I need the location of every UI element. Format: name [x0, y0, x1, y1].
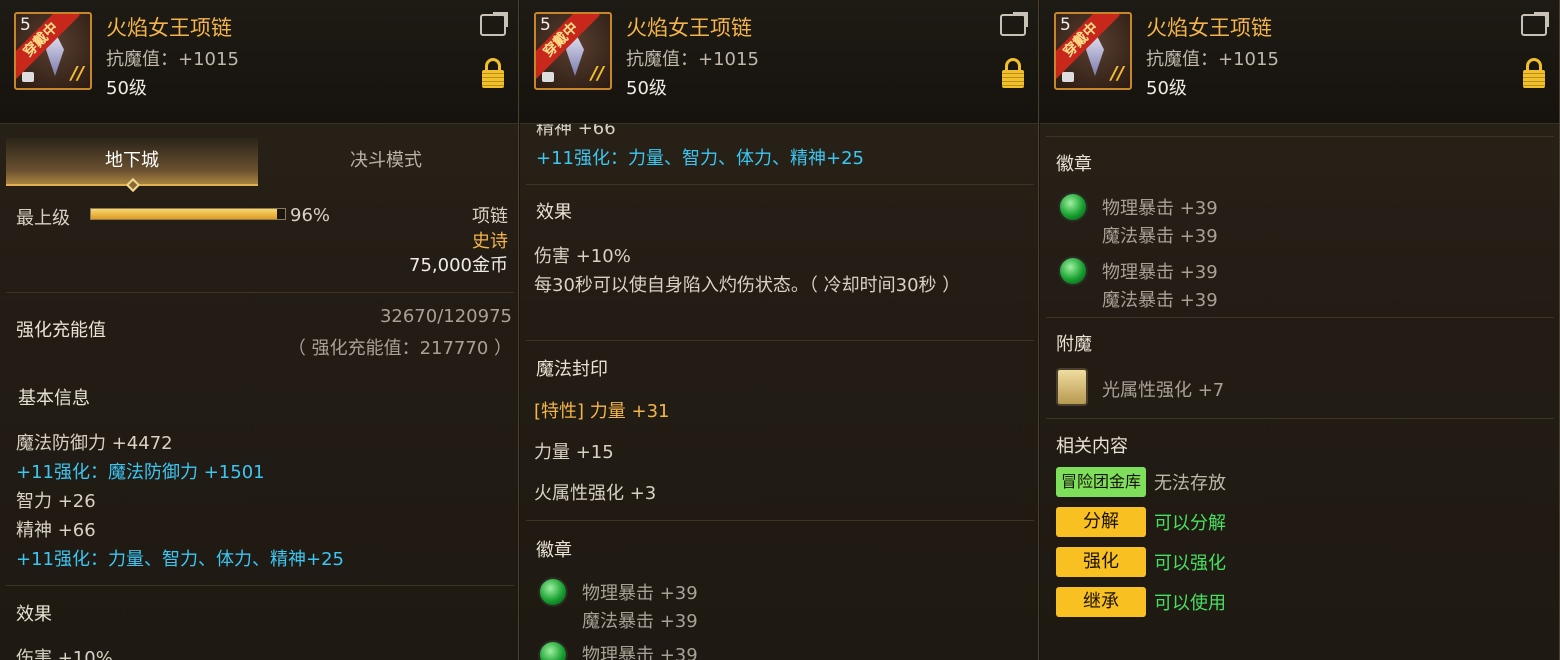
share-icon[interactable]	[480, 12, 508, 36]
grade-percent: 96%	[290, 205, 331, 226]
mode-tabs: 地下城 决斗模式	[6, 138, 514, 193]
divider	[526, 184, 1034, 185]
lock-icon[interactable]	[1002, 58, 1024, 88]
item-level: 50级	[106, 78, 147, 99]
stat-line: 智力 +26	[16, 491, 96, 512]
item-name: 火焰女王项链	[106, 16, 232, 40]
divider	[1046, 136, 1554, 137]
enchant-title: 附魔	[1056, 334, 1092, 355]
emblem-title: 徽章	[1056, 154, 1092, 175]
emblem-orb-icon	[1058, 256, 1088, 286]
tooltip-panel-1: 5 穿戴中 // 火焰女王项链 抗魔值：+1015 50级 地下城 决斗模式 最…	[0, 0, 519, 660]
seal-line: 力量 +15	[534, 442, 614, 463]
small-lock-icon	[22, 72, 34, 82]
related-badge[interactable]: 强化	[1056, 547, 1146, 577]
item-name: 火焰女王项链	[1146, 16, 1272, 40]
related-badge[interactable]: 继承	[1056, 587, 1146, 617]
emblem-stat: 物理暴击 +39	[1102, 262, 1218, 283]
charge-sub: （ 强化充能值：217770 ）	[287, 338, 512, 359]
divider	[6, 292, 514, 293]
emblem-stat: 物理暴击 +39	[1102, 198, 1218, 219]
item-resist: 抗魔值：+1015	[1146, 49, 1279, 70]
emblem-stat: 魔法暴击 +39	[1102, 290, 1218, 311]
emblem-orb-icon	[1058, 192, 1088, 222]
enchant-value: 光属性强化 +7	[1102, 380, 1225, 401]
small-lock-icon	[1062, 72, 1074, 82]
divider	[1046, 317, 1554, 318]
divider	[526, 520, 1034, 521]
rarity: 史诗	[472, 231, 508, 252]
charge-label: 强化充能值	[16, 320, 106, 341]
effect-line: 每30秒可以使自身陷入灼伤状态。（ 冷却时间30秒 ）	[534, 275, 961, 296]
effect-title: 效果	[536, 202, 572, 223]
tooltip-panel-3: 5 穿戴中 // 火焰女王项链 抗魔值：+1015 50级 徽章 物理暴击 +3…	[1040, 0, 1560, 660]
basic-title: 基本信息	[18, 388, 90, 409]
share-icon[interactable]	[1000, 12, 1028, 36]
item-header: 5 穿戴中 // 火焰女王项链 抗魔值：+1015 50级	[1040, 0, 1559, 124]
related-badge[interactable]: 分解	[1056, 507, 1146, 537]
divider	[6, 585, 514, 586]
item-name: 火焰女王项链	[626, 16, 752, 40]
related-text: 可以分解	[1154, 513, 1226, 534]
item-resist: 抗魔值：+1015	[626, 49, 759, 70]
necklace-icon[interactable]: 5 穿戴中 //	[1054, 12, 1132, 90]
emblem-orb-icon	[538, 577, 568, 607]
related-text: 可以强化	[1154, 553, 1226, 574]
enchant-card-icon	[1056, 368, 1088, 406]
emblem-stat: 物理暴击 +39	[582, 583, 698, 604]
icon-mark: //	[590, 63, 604, 84]
stat-line: +11强化：魔法防御力 +1501	[16, 462, 265, 483]
stat-line: 精神 +66	[16, 520, 96, 541]
icon-level: 5	[1060, 15, 1071, 35]
necklace-icon[interactable]: 5 穿戴中 //	[14, 12, 92, 90]
stat-line: +11强化：力量、智力、体力、精神+25	[16, 549, 344, 570]
item-level: 50级	[626, 78, 667, 99]
share-icon[interactable]	[1521, 12, 1549, 36]
grade-label: 最上级	[16, 208, 70, 229]
icon-mark: //	[70, 63, 84, 84]
emblem-orb-icon	[538, 640, 568, 660]
related-title: 相关内容	[1056, 436, 1128, 457]
related-text: 可以使用	[1154, 593, 1226, 614]
item-resist: 抗魔值：+1015	[106, 49, 239, 70]
grade-bar	[90, 208, 286, 220]
slot-type: 项链	[472, 206, 508, 227]
grade-bar-fill	[91, 209, 278, 219]
related-text: 无法存放	[1154, 473, 1226, 494]
small-lock-icon	[542, 72, 554, 82]
item-level: 50级	[1146, 78, 1187, 99]
emblem-stat-partial: 物理暴击 +39	[582, 645, 698, 660]
stat-line: +11强化：力量、智力、体力、精神+25	[536, 148, 864, 169]
icon-mark: //	[1110, 63, 1124, 84]
tooltip-panel-2: 精神 +66 5 穿戴中 // 火焰女王项链 抗魔值：+1015 50级 +11…	[520, 0, 1039, 660]
item-header: 5 穿戴中 // 火焰女王项链 抗魔值：+1015 50级	[0, 0, 518, 124]
stat-line: 魔法防御力 +4472	[16, 433, 173, 454]
necklace-icon[interactable]: 5 穿戴中 //	[534, 12, 612, 90]
tab-pvp[interactable]: 决斗模式	[260, 138, 512, 186]
divider	[1046, 418, 1554, 419]
effect-line-partial: 伤害 +10%	[16, 648, 113, 660]
effect-title: 效果	[16, 604, 52, 625]
item-header: 5 穿戴中 // 火焰女王项链 抗魔值：+1015 50级	[520, 0, 1038, 124]
icon-level: 5	[20, 15, 31, 35]
effect-line: 伤害 +10%	[534, 246, 631, 267]
lock-icon[interactable]	[1523, 58, 1545, 88]
seal-title: 魔法封印	[536, 359, 608, 380]
emblem-stat: 魔法暴击 +39	[1102, 226, 1218, 247]
emblem-stat: 魔法暴击 +39	[582, 611, 698, 632]
emblem-title: 徽章	[536, 540, 572, 561]
seal-line: [特性] 力量 +31	[534, 401, 670, 422]
lock-icon[interactable]	[482, 58, 504, 88]
divider	[526, 340, 1034, 341]
charge-value: 32670/120975	[379, 306, 512, 327]
related-badge[interactable]: 冒险团金库	[1056, 467, 1146, 497]
seal-line: 火属性强化 +3	[534, 483, 657, 504]
price: 75,000金币	[409, 255, 508, 276]
icon-level: 5	[540, 15, 551, 35]
